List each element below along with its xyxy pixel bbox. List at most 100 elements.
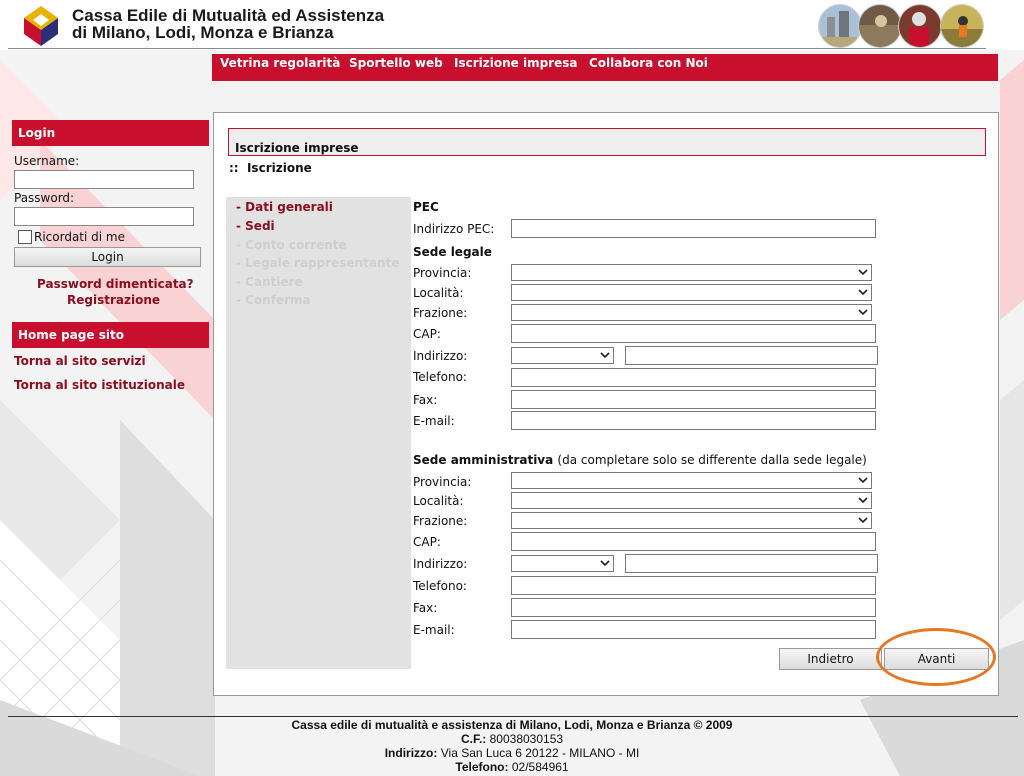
footer-phone-label: Telefono: bbox=[455, 760, 509, 774]
breadcrumb-current: Iscrizione bbox=[246, 161, 312, 175]
chevron-down-icon bbox=[858, 517, 868, 524]
sede-legale-frazione-select[interactable] bbox=[511, 304, 872, 321]
org-title-line1: Cassa Edile di Mutualità ed Assistenza bbox=[72, 6, 385, 25]
organization-title: Cassa Edile di Mutualità ed Assistenza d… bbox=[72, 7, 384, 41]
login-button[interactable]: Login bbox=[14, 247, 201, 267]
header-divider bbox=[8, 48, 986, 49]
back-button[interactable]: Indietro bbox=[779, 648, 882, 670]
footer-cf-value: 80038030153 bbox=[489, 732, 564, 746]
nav-iscrizione-impresa[interactable]: Iscrizione impresa bbox=[454, 56, 577, 70]
chevron-down-icon bbox=[858, 289, 868, 296]
sede-amm-localita-label: Località: bbox=[413, 494, 464, 508]
sede-amministrativa-title: Sede amministrativa (da completare solo … bbox=[413, 453, 867, 467]
page-title: Iscrizione imprese bbox=[228, 128, 986, 156]
sede-amm-frazione-label: Frazione: bbox=[413, 514, 468, 528]
nav-collabora-con-noi[interactable]: Collabora con Noi bbox=[589, 56, 708, 70]
footer-address-value: Via San Luca 6 20122 - MILANO - MI bbox=[440, 746, 640, 760]
sede-amm-frazione-select[interactable] bbox=[511, 512, 872, 529]
site-footer: Cassa edile di mutualità e assistenza di… bbox=[0, 718, 1024, 774]
sede-amm-email-label: E-mail: bbox=[413, 623, 455, 637]
step-legale-rappresentante: - Legale rappresentante bbox=[236, 256, 400, 270]
footer-divider bbox=[8, 716, 1018, 717]
breadcrumb: :: Iscrizione bbox=[229, 161, 312, 175]
step-conto-corrente: - Conto corrente bbox=[236, 238, 347, 252]
registration-link[interactable]: Registrazione bbox=[67, 293, 160, 307]
sede-amm-indirizzo-label: Indirizzo: bbox=[413, 557, 468, 571]
sede-amm-telefono-input[interactable] bbox=[511, 576, 876, 595]
sede-amministrativa-note: (da completare solo se differente dalla … bbox=[557, 453, 867, 467]
sede-legale-telefono-input[interactable] bbox=[511, 368, 876, 387]
chevron-down-icon bbox=[858, 309, 868, 316]
home-section-title: Home page sito bbox=[12, 322, 209, 348]
sede-amm-cap-label: CAP: bbox=[413, 535, 441, 549]
password-input[interactable] bbox=[14, 207, 194, 226]
remember-me-label: Ricordati di me bbox=[34, 230, 125, 244]
sede-legale-title: Sede legale bbox=[413, 245, 492, 259]
next-button-highlight-circle bbox=[876, 628, 996, 686]
step-sedi[interactable]: - Sedi bbox=[236, 219, 275, 233]
sede-amm-provincia-select[interactable] bbox=[511, 472, 872, 489]
sede-legale-indirizzo-input[interactable] bbox=[625, 346, 878, 365]
sede-amm-localita-select[interactable] bbox=[511, 492, 872, 509]
main-panel: Iscrizione imprese :: Iscrizione - Dati … bbox=[213, 112, 999, 696]
sede-amm-cap-input[interactable] bbox=[511, 532, 876, 551]
sede-amm-provincia-label: Provincia: bbox=[413, 475, 472, 489]
sede-legale-frazione-label: Frazione: bbox=[413, 306, 468, 320]
wizard-steps: - Dati generali - Sedi - Conto corrente … bbox=[226, 197, 411, 669]
sede-amm-fax-label: Fax: bbox=[413, 601, 438, 615]
sede-legale-indirizzo-label: Indirizzo: bbox=[413, 349, 468, 363]
sede-amm-fax-input[interactable] bbox=[511, 598, 876, 617]
back-to-institutional-link[interactable]: Torna al sito istituzionale bbox=[14, 378, 185, 392]
sede-legale-email-input[interactable] bbox=[511, 411, 876, 430]
sede-amm-telefono-label: Telefono: bbox=[413, 579, 467, 593]
nav-vetrina-regolarita[interactable]: Vetrina regolarità bbox=[220, 56, 340, 70]
sede-legale-cap-input[interactable] bbox=[511, 324, 876, 343]
sede-amm-email-input[interactable] bbox=[511, 620, 876, 639]
chevron-down-icon bbox=[858, 497, 868, 504]
footer-phone-value: 02/584961 bbox=[511, 760, 569, 774]
chevron-down-icon bbox=[600, 560, 610, 567]
sede-legale-telefono-label: Telefono: bbox=[413, 370, 467, 384]
back-to-services-link[interactable]: Torna al sito servizi bbox=[14, 354, 146, 368]
site-header: Cassa Edile di Mutualità ed Assistenza d… bbox=[0, 0, 1024, 50]
sede-legale-localita-label: Località: bbox=[413, 286, 464, 300]
sede-legale-cap-label: CAP: bbox=[413, 327, 441, 341]
sede-legale-email-label: E-mail: bbox=[413, 414, 455, 428]
footer-address-label: Indirizzo: bbox=[384, 746, 438, 760]
nav-sportello-web[interactable]: Sportello web bbox=[349, 56, 443, 70]
sede-amm-indirizzo-type-select[interactable] bbox=[511, 555, 614, 572]
breadcrumb-separator: :: bbox=[229, 161, 239, 175]
sede-amm-indirizzo-input[interactable] bbox=[625, 554, 878, 573]
pec-address-input[interactable] bbox=[511, 219, 876, 238]
header-photo-worker bbox=[898, 4, 942, 48]
chevron-down-icon bbox=[600, 352, 610, 359]
sede-legale-localita-select[interactable] bbox=[511, 284, 872, 301]
sede-legale-fax-input[interactable] bbox=[511, 390, 876, 409]
header-photo-buildings bbox=[818, 4, 862, 48]
step-cantiere: - Cantiere bbox=[236, 275, 303, 289]
step-conferma: - Conferma bbox=[236, 293, 311, 307]
remember-me-checkbox[interactable] bbox=[18, 230, 32, 244]
sede-amministrativa-title-text: Sede amministrativa bbox=[413, 453, 554, 467]
cassa-edile-logo[interactable] bbox=[22, 4, 60, 48]
step-dati-generali[interactable]: - Dati generali bbox=[236, 200, 333, 214]
pec-section-title: PEC bbox=[413, 200, 439, 214]
sede-legale-provincia-label: Provincia: bbox=[413, 266, 472, 280]
footer-copyright: Cassa edile di mutualità e assistenza di… bbox=[291, 718, 733, 732]
footer-cf-label: C.F.: bbox=[460, 732, 487, 746]
username-input[interactable] bbox=[14, 170, 194, 189]
login-section-title: Login bbox=[12, 120, 209, 146]
chevron-down-icon bbox=[858, 269, 868, 276]
org-title-line2: di Milano, Lodi, Monza e Brianza bbox=[72, 23, 334, 42]
forgot-password-link[interactable]: Password dimenticata? bbox=[37, 277, 194, 291]
password-label: Password: bbox=[14, 191, 75, 205]
chevron-down-icon bbox=[858, 477, 868, 484]
header-photo-construction bbox=[858, 4, 902, 48]
username-label: Username: bbox=[14, 154, 80, 168]
sede-legale-provincia-select[interactable] bbox=[511, 264, 872, 281]
sede-legale-indirizzo-type-select[interactable] bbox=[511, 347, 614, 364]
sede-legale-fax-label: Fax: bbox=[413, 393, 438, 407]
pec-address-label: Indirizzo PEC: bbox=[413, 222, 495, 236]
top-navigation: Vetrina regolarità Sportello web Iscrizi… bbox=[212, 54, 998, 81]
header-photo-site bbox=[940, 4, 984, 48]
